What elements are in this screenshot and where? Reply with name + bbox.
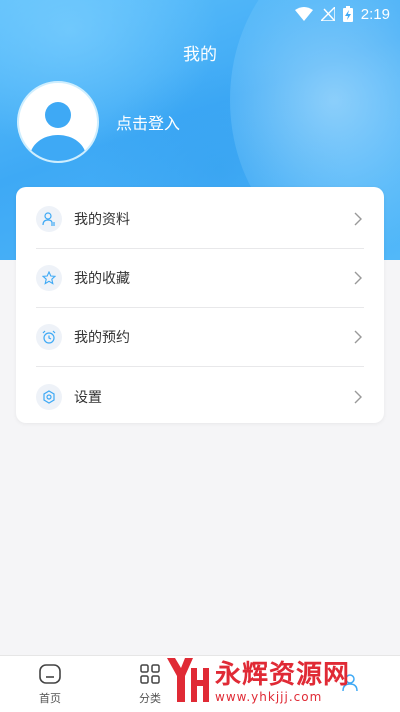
menu-item-settings[interactable]: 设置: [36, 367, 364, 426]
watermark-logo: [163, 654, 211, 710]
chevron-right-icon: [352, 211, 364, 227]
watermark: 永辉资源网 www.yhkjjj.com: [163, 652, 400, 712]
avatar[interactable]: [17, 81, 99, 163]
category-grid-icon: [140, 663, 160, 688]
alarm-clock-icon: [36, 324, 62, 350]
menu-item-my-appointments[interactable]: 我的预约: [36, 308, 364, 367]
menu-item-label: 我的预约: [74, 330, 130, 346]
menu-item-my-profile[interactable]: 我的资料: [36, 190, 364, 249]
menu-card: 我的资料 我的收藏 我的预约 设置: [16, 187, 384, 423]
home-icon: [39, 663, 61, 688]
login-link[interactable]: 点击登入: [116, 110, 180, 134]
menu-item-my-favorites[interactable]: 我的收藏: [36, 249, 364, 308]
watermark-url: www.yhkjjj.com: [215, 690, 323, 704]
menu-item-label: 我的收藏: [74, 271, 130, 287]
chevron-right-icon: [352, 389, 364, 405]
nav-home[interactable]: 首页: [0, 656, 100, 712]
star-icon: [36, 265, 62, 291]
status-time: 2:19: [360, 5, 390, 23]
battery-charging-icon: [342, 6, 353, 22]
chevron-right-icon: [352, 270, 364, 286]
chevron-right-icon: [352, 329, 364, 345]
default-user-avatar-icon: [30, 102, 86, 161]
wifi-icon: [294, 7, 313, 21]
nav-home-label: 首页: [39, 691, 61, 705]
menu-item-label: 设置: [74, 389, 102, 406]
status-bar: 2:19: [0, 0, 400, 28]
page-title: 我的: [183, 45, 217, 65]
settings-gear-icon: [36, 383, 62, 410]
nav-category-label: 分类: [139, 691, 161, 705]
no-signal-icon: [320, 7, 335, 21]
menu-item-label: 我的资料: [74, 212, 130, 228]
user-profile-icon: [36, 206, 62, 232]
watermark-title: 永辉资源网: [215, 660, 351, 690]
